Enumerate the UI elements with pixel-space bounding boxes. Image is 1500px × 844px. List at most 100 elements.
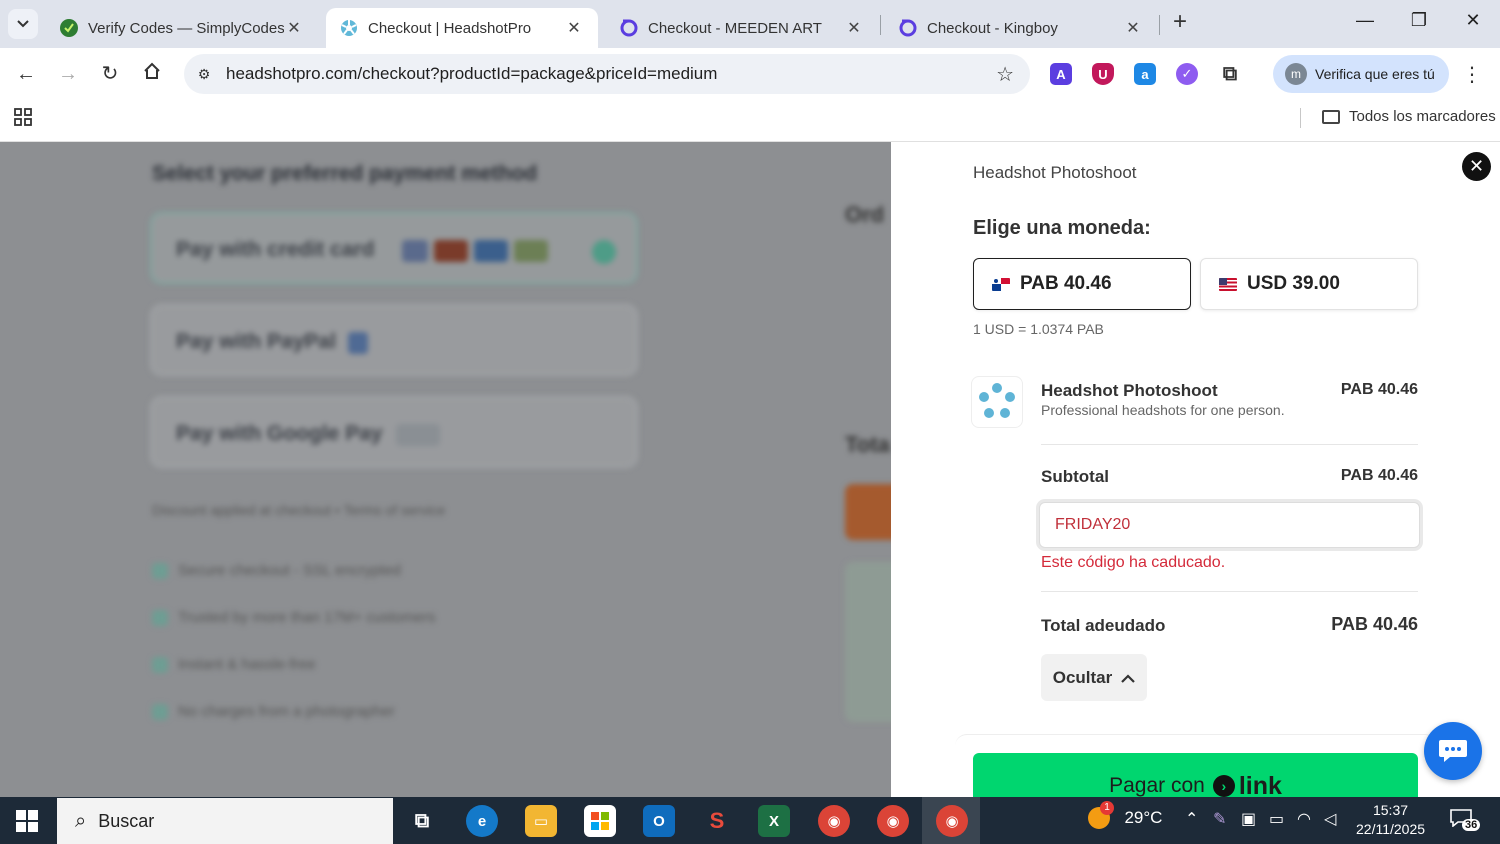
bookmarks-divider bbox=[1300, 108, 1301, 128]
wifi-icon[interactable]: ◠ bbox=[1297, 809, 1311, 829]
product-header: Headshot Photoshoot bbox=[973, 163, 1137, 182]
chat-support-button[interactable] bbox=[1424, 722, 1482, 780]
background-guarantee-card bbox=[845, 562, 891, 722]
background-overlay[interactable]: Select your preferred payment method Pay… bbox=[0, 142, 891, 797]
promo-code-input[interactable] bbox=[1039, 502, 1420, 548]
sun-icon: 1 bbox=[1088, 801, 1114, 829]
background-note: Discount applied at checkout • Terms of … bbox=[152, 502, 446, 518]
minimize-button[interactable]: — bbox=[1351, 10, 1379, 31]
bookmark-star-icon[interactable]: ☆ bbox=[996, 62, 1014, 87]
feature-bullet: No charges from a photographer bbox=[152, 703, 395, 720]
background-total-heading: Tota bbox=[845, 432, 890, 457]
close-tab-icon[interactable]: ✕ bbox=[1123, 18, 1143, 38]
feature-bullet: Secure checkout - SSL encrypted bbox=[152, 562, 401, 579]
radio-selected-icon bbox=[592, 240, 616, 264]
file-explorer-icon[interactable]: ▭ bbox=[525, 805, 557, 837]
currency-option-label: USD 39.00 bbox=[1247, 273, 1340, 294]
check-icon bbox=[152, 656, 168, 673]
link-logo: › link bbox=[1212, 772, 1282, 797]
check-icon bbox=[152, 609, 168, 626]
profile-button[interactable]: m Verifica que eres tú bbox=[1273, 55, 1449, 93]
product-description: Professional headshots for one person. bbox=[1041, 402, 1285, 418]
tab-title: Checkout - Kingboy bbox=[927, 19, 1058, 37]
payment-option-label: Pay with Google Pay bbox=[176, 422, 383, 445]
site-info-icon[interactable]: ⚙ bbox=[194, 64, 214, 84]
browser-menu-icon[interactable]: ⋮ bbox=[1462, 62, 1482, 87]
pen-icon[interactable]: ✎ bbox=[1213, 809, 1226, 829]
notifications-button[interactable]: 36 bbox=[1448, 807, 1482, 837]
reload-button[interactable]: ↻ bbox=[96, 60, 124, 88]
tab-simplycodes[interactable]: Verify Codes — SimplyCodes ✕ bbox=[46, 8, 318, 48]
tab-title: Verify Codes — SimplyCodes bbox=[88, 19, 284, 37]
apps-grid-icon[interactable] bbox=[14, 108, 32, 131]
chevron-up-icon[interactable]: ⌃ bbox=[1185, 809, 1198, 829]
clock-time: 15:37 bbox=[1372, 802, 1409, 818]
app-s-icon[interactable]: S bbox=[701, 805, 733, 837]
camera-icon[interactable]: ▣ bbox=[1241, 809, 1256, 829]
divider bbox=[1041, 444, 1418, 445]
currency-title: Elige una moneda: bbox=[973, 217, 1151, 239]
product-name: Headshot Photoshoot bbox=[1041, 381, 1218, 400]
currency-option-usd[interactable]: USD 39.00 bbox=[1200, 258, 1418, 310]
headshotpro-favicon-icon bbox=[340, 19, 358, 37]
tab-kingboy[interactable]: Checkout - Kingboy ✕ bbox=[885, 8, 1157, 48]
chrome-active-icon[interactable]: ◉ bbox=[936, 805, 968, 837]
temperature: 29°C bbox=[1124, 808, 1163, 827]
task-view-icon[interactable]: ⧉ bbox=[406, 805, 438, 837]
microsoft-store-icon[interactable] bbox=[584, 805, 616, 837]
address-bar[interactable]: ⚙ headshotpro.com/checkout?productId=pac… bbox=[184, 54, 1030, 94]
feature-bullet: Instant & hassle-free bbox=[152, 656, 316, 673]
new-tab-button[interactable]: + bbox=[1168, 10, 1192, 34]
battery-icon[interactable]: ▭ bbox=[1269, 809, 1284, 829]
forward-button[interactable]: → bbox=[54, 60, 82, 88]
extensions-puzzle-icon[interactable]: ⧉ bbox=[1219, 63, 1241, 85]
chrome-profile-1-icon[interactable]: ◉ bbox=[818, 805, 850, 837]
excel-icon[interactable]: X bbox=[758, 805, 790, 837]
restore-button[interactable]: ❐ bbox=[1405, 10, 1433, 31]
chevron-down-icon bbox=[17, 20, 29, 28]
blurred-checkout-page: Select your preferred payment method Pay… bbox=[0, 142, 891, 797]
outlook-icon[interactable]: O bbox=[643, 805, 675, 837]
windows-start-icon[interactable] bbox=[16, 810, 38, 832]
divider bbox=[1041, 591, 1418, 592]
all-bookmarks-button[interactable]: Todos los marcadores bbox=[1322, 108, 1496, 125]
hide-details-button[interactable]: Ocultar bbox=[1041, 654, 1147, 701]
extension-translate-icon[interactable]: a bbox=[1134, 63, 1156, 85]
weather-widget[interactable]: 1 29°C bbox=[1088, 801, 1163, 829]
taskbar-search[interactable]: ⌕ Buscar bbox=[57, 798, 393, 844]
background-title: Select your preferred payment method bbox=[152, 162, 538, 185]
close-checkout-button[interactable]: ✕ bbox=[1462, 152, 1491, 181]
back-button[interactable]: ← bbox=[12, 60, 40, 88]
tab-search-button[interactable] bbox=[8, 9, 38, 39]
page-content: Select your preferred payment method Pay… bbox=[0, 142, 1500, 797]
extension-purple-icon[interactable]: ✓ bbox=[1176, 63, 1198, 85]
system-clock[interactable]: 15:37 22/11/2025 bbox=[1356, 801, 1425, 839]
currency-option-label: PAB 40.46 bbox=[1020, 273, 1112, 294]
close-tab-icon[interactable]: ✕ bbox=[284, 18, 304, 38]
payment-option-card: Pay with PayPal bbox=[150, 304, 638, 376]
tab-headshotpro[interactable]: Checkout | HeadshotPro ✕ bbox=[326, 8, 598, 48]
close-tab-icon[interactable]: ✕ bbox=[844, 18, 864, 38]
volume-icon[interactable]: ◁ bbox=[1324, 809, 1336, 829]
edge-icon[interactable]: e bbox=[466, 805, 498, 837]
extension-shield-icon[interactable]: U bbox=[1092, 63, 1114, 85]
home-button[interactable] bbox=[138, 60, 166, 88]
currency-option-pab[interactable]: PAB 40.46 bbox=[973, 258, 1191, 310]
tab-meeden-art[interactable]: Checkout - MEEDEN ART ✕ bbox=[606, 8, 878, 48]
windows-taskbar: ⌕ Buscar ⧉ e ▭ O S X ◉ ◉ ◉ 1 29°C ⌃ ✎ ▣ … bbox=[0, 797, 1500, 844]
extension-a-icon[interactable]: A bbox=[1050, 63, 1072, 85]
google-pay-icon bbox=[396, 424, 440, 446]
subtotal-label: Subtotal bbox=[1041, 467, 1109, 486]
pay-with-link-button[interactable]: Pagar con › link bbox=[973, 753, 1418, 797]
paypal-icon bbox=[348, 332, 368, 354]
feature-text: No charges from a photographer bbox=[178, 703, 395, 720]
chrome-profile-2-icon[interactable]: ◉ bbox=[877, 805, 909, 837]
feature-text: Instant & hassle-free bbox=[178, 656, 316, 673]
search-icon: ⌕ bbox=[75, 809, 87, 832]
tab-title: Checkout | HeadshotPro bbox=[368, 19, 532, 37]
promo-error-message: Este código ha caducado. bbox=[1041, 554, 1226, 571]
close-tab-icon[interactable]: ✕ bbox=[564, 18, 584, 38]
feature-bullet: Trusted by more than 17M+ customers bbox=[152, 609, 435, 626]
taskbar-search-label: Buscar bbox=[98, 810, 155, 831]
close-window-button[interactable]: ✕ bbox=[1459, 10, 1487, 31]
